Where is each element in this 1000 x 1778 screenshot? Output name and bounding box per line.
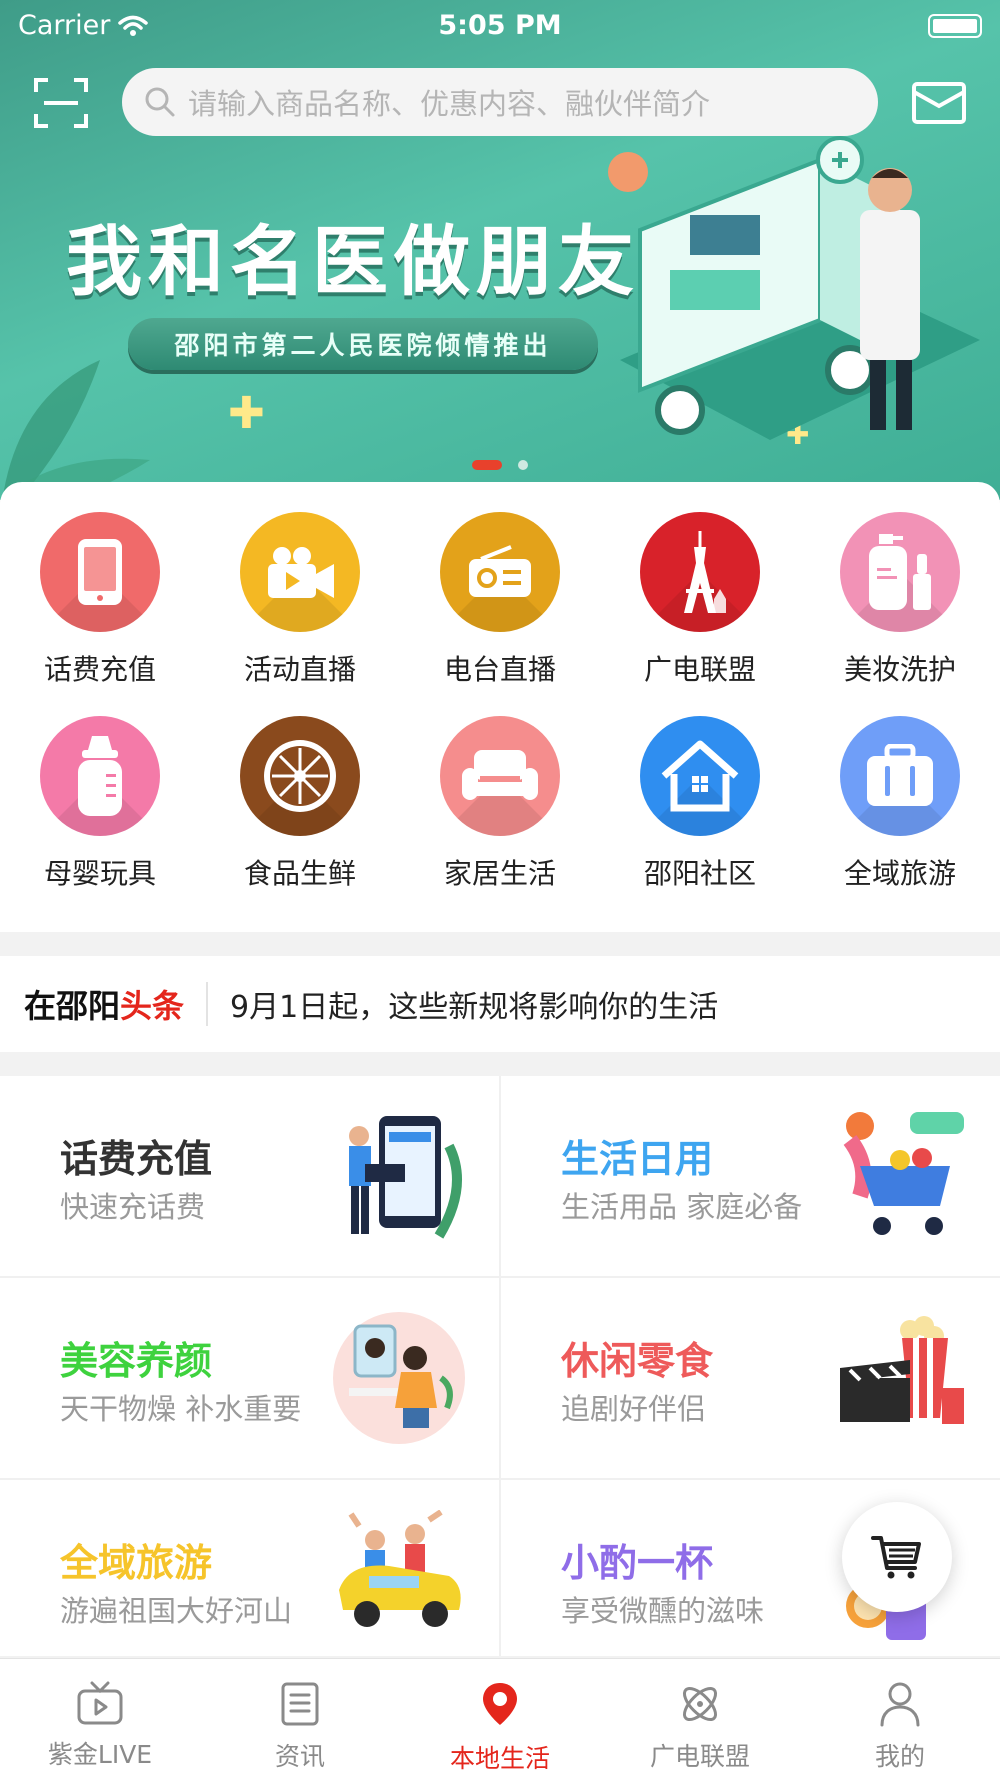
scan-icon[interactable] <box>34 78 88 128</box>
category-label: 母婴玩具 <box>43 857 156 890</box>
status-time: 5:05 PM <box>438 10 562 41</box>
tile-subtitle: 享受微醺的滋味 <box>561 1594 765 1628</box>
category-label: 活动直播 <box>243 653 356 686</box>
tile-title: 全域旅游 <box>60 1541 213 1585</box>
category-grid: 话费充值 活动直播 电台直播 广电联盟 美妆洗护 母婴玩具 食品生鲜 家居生活 … <box>0 512 1000 892</box>
category-item-beauty-care[interactable]: 美妆洗护 <box>800 512 1000 688</box>
category-item-home-living[interactable]: 家居生活 <box>400 716 600 892</box>
status-bar: Carrier 5:05 PM <box>0 0 1000 50</box>
banner-subtitle: 邵阳市第二人民医院倾情推出 <box>128 318 598 370</box>
tile-title: 生活日用 <box>561 1137 714 1181</box>
phone-recharge-illustration <box>349 1116 462 1239</box>
headline-news-text[interactable]: 9月1日起，这些新规将影响你的生活 <box>230 982 718 1026</box>
category-label: 邵阳社区 <box>643 857 756 890</box>
category-item-broadcast-alliance[interactable]: 广电联盟 <box>600 512 800 688</box>
location-pin-icon <box>483 1683 517 1725</box>
tab-label: 紫金LIVE <box>47 1740 153 1769</box>
bottom-tab-bar: 紫金LIVE 资讯 本地生活 广电联盟 我的 <box>0 1658 1000 1778</box>
category-label: 广电联盟 <box>643 653 756 686</box>
tile-title: 小酌一杯 <box>561 1541 714 1585</box>
category-panel: 话费充值 活动直播 电台直播 广电联盟 美妆洗护 母婴玩具 食品生鲜 家居生活 … <box>0 482 1000 932</box>
travel-car-illustration <box>339 1510 461 1627</box>
tile-snacks[interactable]: 休闲零食 追剧好伴侣 <box>501 1278 1000 1478</box>
suitcase-icon <box>840 716 960 836</box>
category-label: 电台直播 <box>443 653 556 686</box>
sofa-icon <box>440 716 560 836</box>
radio-icon <box>440 512 560 632</box>
search-placeholder: 请输入商品名称、优惠内容、融伙伴简介 <box>188 87 711 121</box>
message-icon[interactable] <box>912 82 966 124</box>
tile-subtitle: 追剧好伴侣 <box>561 1392 707 1426</box>
category-item-global-tourism[interactable]: 全域旅游 <box>800 716 1000 892</box>
battery-icon <box>928 14 982 38</box>
tab-label: 广电联盟 <box>649 1742 750 1771</box>
document-list-icon <box>281 1682 319 1726</box>
pagination-dot[interactable] <box>518 460 528 470</box>
headline-news-bar[interactable]: 在邵阳头条 9月1日起，这些新规将影响你的生活 <box>0 956 1000 1052</box>
category-item-radio-live[interactable]: 电台直播 <box>400 512 600 688</box>
tower-icon <box>640 512 760 632</box>
tab-news[interactable]: 资讯 <box>200 1659 400 1778</box>
tile-subtitle: 游遍祖国大好河山 <box>60 1594 293 1628</box>
tab-zijin-live[interactable]: 紫金LIVE <box>0 1659 200 1778</box>
divider <box>206 982 209 1026</box>
tab-label: 资讯 <box>274 1742 325 1771</box>
tile-tourism[interactable]: 全域旅游 游遍祖国大好河山 <box>0 1480 499 1656</box>
tab-label: 本地生活 <box>449 1744 550 1773</box>
category-item-fresh-food[interactable]: 食品生鲜 <box>200 716 400 892</box>
doctor-illustration <box>620 136 980 440</box>
headline-brand-part2: 头条 <box>120 987 185 1025</box>
makeup-mirror-illustration <box>333 1312 465 1444</box>
category-item-shaoyang-community[interactable]: 邵阳社区 <box>600 716 800 892</box>
category-item-mother-baby[interactable]: 母婴玩具 <box>0 716 200 892</box>
category-item-event-live[interactable]: 活动直播 <box>200 512 400 688</box>
promo-banner[interactable]: ✚ ✚ Carrier 5:05 PM 请输入商品名称、优惠内容、融伙伴简介 我… <box>0 0 1000 500</box>
baby-bottle-icon <box>40 716 160 836</box>
category-item-phone-recharge[interactable]: 话费充值 <box>0 512 200 688</box>
atom-icon <box>682 1686 718 1722</box>
cart-button[interactable] <box>842 1502 952 1612</box>
shopping-cart-illustration <box>843 1112 964 1235</box>
headline-brand-part1: 在邵阳 <box>24 987 121 1025</box>
tile-beauty[interactable]: 美容养颜 天干物燥 补水重要 <box>0 1278 499 1478</box>
house-icon <box>640 716 760 836</box>
tab-mine[interactable]: 我的 <box>800 1659 1000 1778</box>
person-icon <box>880 1682 920 1727</box>
plus-decoration: ✚ <box>228 388 265 439</box>
phone-icon <box>40 512 160 632</box>
tab-local-life[interactable]: 本地生活 <box>400 1659 600 1778</box>
popcorn-illustration <box>840 1316 964 1424</box>
tab-label: 我的 <box>874 1742 925 1771</box>
cosmetics-icon <box>840 512 960 632</box>
tile-title: 美容养颜 <box>60 1339 213 1383</box>
category-label: 全域旅游 <box>843 857 956 890</box>
category-label: 话费充值 <box>43 653 156 686</box>
divider <box>499 1076 501 1656</box>
tile-daily-necessities[interactable]: 生活日用 生活用品 家庭必备 <box>501 1076 1000 1276</box>
banner-title: 我和名医做朋友 <box>66 217 640 306</box>
search-icon <box>145 87 175 117</box>
tile-subtitle: 生活用品 家庭必备 <box>561 1190 803 1224</box>
category-label: 食品生鲜 <box>243 857 356 890</box>
category-label: 家居生活 <box>443 857 556 890</box>
cart-icon <box>871 1536 921 1579</box>
pagination-dot-active[interactable] <box>472 460 502 470</box>
tile-phone-recharge[interactable]: 话费充值 快速充话费 <box>0 1076 499 1276</box>
orange-slice-icon <box>240 716 360 836</box>
category-label: 美妆洗护 <box>843 653 956 686</box>
tile-subtitle: 天干物燥 补水重要 <box>60 1392 302 1426</box>
tile-title: 话费充值 <box>60 1137 213 1181</box>
video-camera-icon <box>240 512 360 632</box>
tv-icon <box>77 1681 123 1725</box>
headline-brand: 在邵阳头条 <box>24 981 184 1027</box>
tab-broadcast-alliance[interactable]: 广电联盟 <box>600 1659 800 1778</box>
tile-subtitle: 快速充话费 <box>60 1190 206 1224</box>
tile-title: 休闲零食 <box>561 1339 714 1383</box>
banner-pagination <box>0 460 1000 470</box>
